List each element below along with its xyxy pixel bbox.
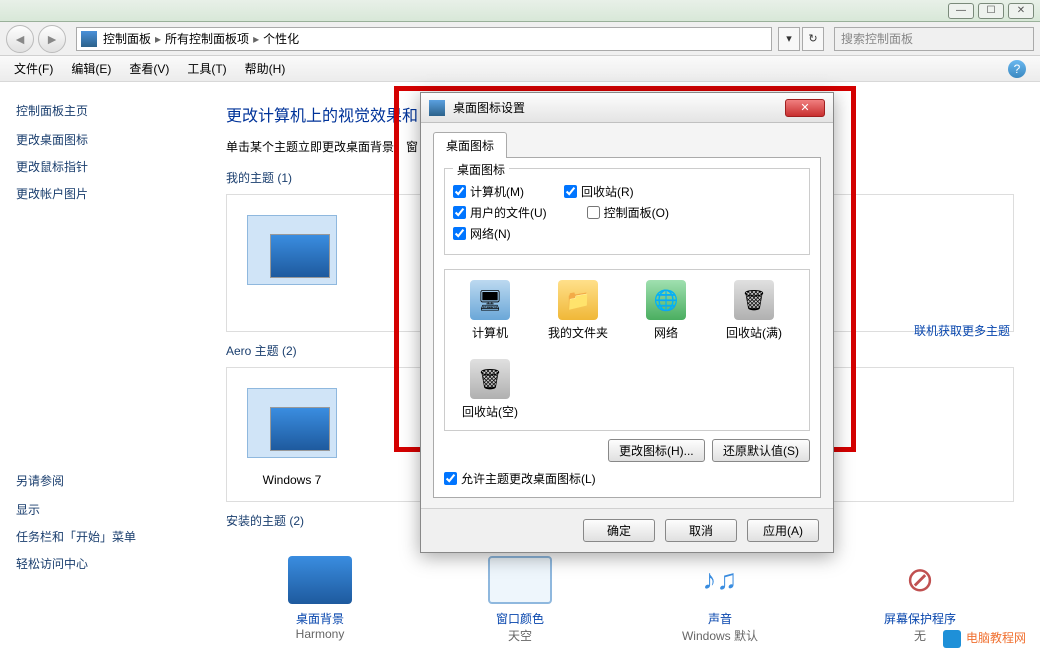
bottom-desktop-background[interactable]: 桌面背景 Harmony xyxy=(245,556,395,644)
crumb-2[interactable]: 所有控制面板项 xyxy=(165,30,249,47)
window-color-icon xyxy=(488,556,552,604)
crumb-3[interactable]: 个性化 xyxy=(263,30,299,47)
sidebar-link-ease-of-access[interactable]: 轻松访问中心 xyxy=(16,555,184,572)
network-icon: 🌐 xyxy=(646,280,686,320)
ok-button[interactable]: 确定 xyxy=(583,519,655,542)
address-bar-row: ◄ ► 控制面板▸ 所有控制面板项▸ 个性化 ▾ ↻ 搜索控制面板 xyxy=(0,22,1040,56)
sidebar-link-mouse-pointer[interactable]: 更改鼠标指针 xyxy=(16,158,184,175)
control-panel-icon xyxy=(81,31,97,47)
change-icon-button[interactable]: 更改图标(H)... xyxy=(608,439,705,462)
menu-tools[interactable]: 工具(T) xyxy=(187,60,226,77)
bottom-label: 窗口颜色 xyxy=(445,610,595,627)
folder-icon: 📁 xyxy=(558,280,598,320)
theme-thumb-win7[interactable] xyxy=(247,388,337,458)
recyclebin-full-icon: 🗑 xyxy=(734,280,774,320)
link-more-themes[interactable]: 联机获取更多主题 xyxy=(914,322,1010,339)
crumb-1[interactable]: 控制面板 xyxy=(103,30,151,47)
bottom-sound[interactable]: ♪♫ 声音 Windows 默认 xyxy=(645,556,795,644)
watermark: 电脑教程网 xyxy=(943,629,1026,648)
icon-item-recycle-empty[interactable]: 🗑回收站(空) xyxy=(455,359,525,420)
bottom-window-color[interactable]: 窗口颜色 天空 xyxy=(445,556,595,644)
dialog-title-icon xyxy=(429,100,445,116)
cancel-button[interactable]: 取消 xyxy=(665,519,737,542)
icon-item-recycle-full[interactable]: 🗑回收站(满) xyxy=(719,280,789,341)
bottom-sublabel: 天空 xyxy=(445,627,595,644)
bottom-row: 桌面背景 Harmony 窗口颜色 天空 ♪♫ 声音 Windows 默认 ⊘ … xyxy=(220,556,1020,644)
menu-file[interactable]: 文件(F) xyxy=(14,60,53,77)
computer-icon: 🖥 xyxy=(470,280,510,320)
icon-item-computer[interactable]: 🖥计算机 xyxy=(455,280,525,341)
icon-item-network[interactable]: 🌐网络 xyxy=(631,280,701,341)
theme-thumb-unsaved[interactable] xyxy=(247,215,337,285)
sidebar-link-display[interactable]: 显示 xyxy=(16,501,184,518)
bottom-sublabel: Harmony xyxy=(245,627,395,641)
dialog-title: 桌面图标设置 xyxy=(453,99,525,116)
menu-help[interactable]: 帮助(H) xyxy=(245,60,286,77)
icon-preview-row: 🖥计算机 📁我的文件夹 🌐网络 🗑回收站(满) 🗑回收站(空) xyxy=(444,269,810,431)
desktop-background-icon xyxy=(288,556,352,604)
bottom-sublabel: Windows 默认 xyxy=(645,627,795,644)
tab-desktop-icons[interactable]: 桌面图标 xyxy=(433,132,507,158)
group-legend: 桌面图标 xyxy=(453,161,509,178)
window-titlebar: — ☐ ✕ xyxy=(0,0,1040,22)
breadcrumb[interactable]: 控制面板▸ 所有控制面板项▸ 个性化 xyxy=(76,27,772,51)
sidebar: 控制面板主页 更改桌面图标 更改鼠标指针 更改帐户图片 另请参阅 显示 任务栏和… xyxy=(0,82,200,656)
checkbox-controlpanel[interactable]: 控制面板(O) xyxy=(587,204,669,221)
checkbox-network[interactable]: 网络(N) xyxy=(453,225,511,242)
sidebar-heading: 控制面板主页 xyxy=(16,102,184,119)
checkbox-computer[interactable]: 计算机(M) xyxy=(453,183,524,200)
apply-button[interactable]: 应用(A) xyxy=(747,519,819,542)
address-dropdown-button[interactable]: ▾ xyxy=(778,27,800,51)
checkbox-allow-themes[interactable]: 允许主题更改桌面图标(L) xyxy=(444,470,810,487)
group-desktop-icons: 桌面图标 计算机(M) 回收站(R) 用户的文件(U) 控制面板(O) 网络(N… xyxy=(444,168,810,255)
sound-icon: ♪♫ xyxy=(688,556,752,604)
dialog-titlebar: 桌面图标设置 ✕ xyxy=(421,93,833,123)
recyclebin-empty-icon: 🗑 xyxy=(470,359,510,399)
desktop-icon-settings-dialog: 桌面图标设置 ✕ 桌面图标 桌面图标 计算机(M) 回收站(R) 用户的文件(U… xyxy=(420,92,834,553)
watermark-icon xyxy=(943,630,961,648)
minimize-button[interactable]: — xyxy=(948,3,974,19)
menu-edit[interactable]: 编辑(E) xyxy=(71,60,111,77)
help-icon[interactable]: ? xyxy=(1008,60,1026,78)
forward-button[interactable]: ► xyxy=(38,25,66,53)
sidebar-link-taskbar[interactable]: 任务栏和「开始」菜单 xyxy=(16,528,184,545)
restore-defaults-button[interactable]: 还原默认值(S) xyxy=(712,439,810,462)
theme-label-win7: Windows 7 xyxy=(241,473,343,487)
dialog-footer: 确定 取消 应用(A) xyxy=(421,508,833,552)
bottom-label: 屏幕保护程序 xyxy=(845,610,995,627)
sidebar-link-account-picture[interactable]: 更改帐户图片 xyxy=(16,185,184,202)
back-button[interactable]: ◄ xyxy=(6,25,34,53)
bottom-label: 声音 xyxy=(645,610,795,627)
checkbox-recyclebin[interactable]: 回收站(R) xyxy=(564,183,634,200)
bottom-label: 桌面背景 xyxy=(245,610,395,627)
icon-item-myfolder[interactable]: 📁我的文件夹 xyxy=(543,280,613,341)
dialog-close-button[interactable]: ✕ xyxy=(785,99,825,117)
checkbox-userfiles[interactable]: 用户的文件(U) xyxy=(453,204,547,221)
menu-bar: 文件(F) 编辑(E) 查看(V) 工具(T) 帮助(H) ? xyxy=(0,56,1040,82)
search-input[interactable]: 搜索控制面板 xyxy=(834,27,1034,51)
maximize-button[interactable]: ☐ xyxy=(978,3,1004,19)
screensaver-icon: ⊘ xyxy=(888,556,952,604)
sidebar-heading-seealso: 另请参阅 xyxy=(16,472,184,489)
close-button[interactable]: ✕ xyxy=(1008,3,1034,19)
refresh-button[interactable]: ↻ xyxy=(802,27,824,51)
menu-view[interactable]: 查看(V) xyxy=(129,60,169,77)
sidebar-link-desktop-icons[interactable]: 更改桌面图标 xyxy=(16,131,184,148)
